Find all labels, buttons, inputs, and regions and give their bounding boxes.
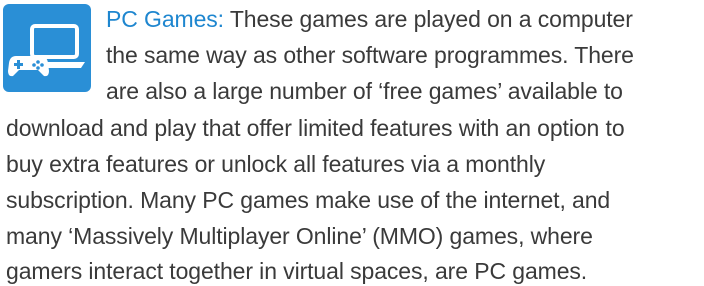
section-heading: PC Games:: [106, 6, 224, 32]
paragraph-line: gamers interact together in virtual spac…: [6, 258, 588, 284]
text-line-1: PC Games: These games are played on a co…: [106, 4, 633, 34]
laptop-gamepad-icon-graphic: [8, 24, 85, 77]
laptop-gamepad-icon: [3, 4, 91, 92]
paragraph-line: buy extra features or unlock all feature…: [6, 151, 546, 177]
paragraph-line: These games are played on a computer: [223, 6, 633, 32]
paragraph-line: are also a large number of ‘free games’ …: [106, 78, 623, 104]
paragraph-line: subscription. Many PC games make use of …: [6, 187, 611, 213]
document-page: PC Games: These games are played on a co…: [0, 0, 704, 286]
paragraph-line: the same way as other software programme…: [106, 42, 634, 68]
paragraph-line: many ‘Massively Multiplayer Online’ (MMO…: [6, 223, 593, 249]
paragraph-line: download and play that offer limited fea…: [6, 115, 625, 141]
